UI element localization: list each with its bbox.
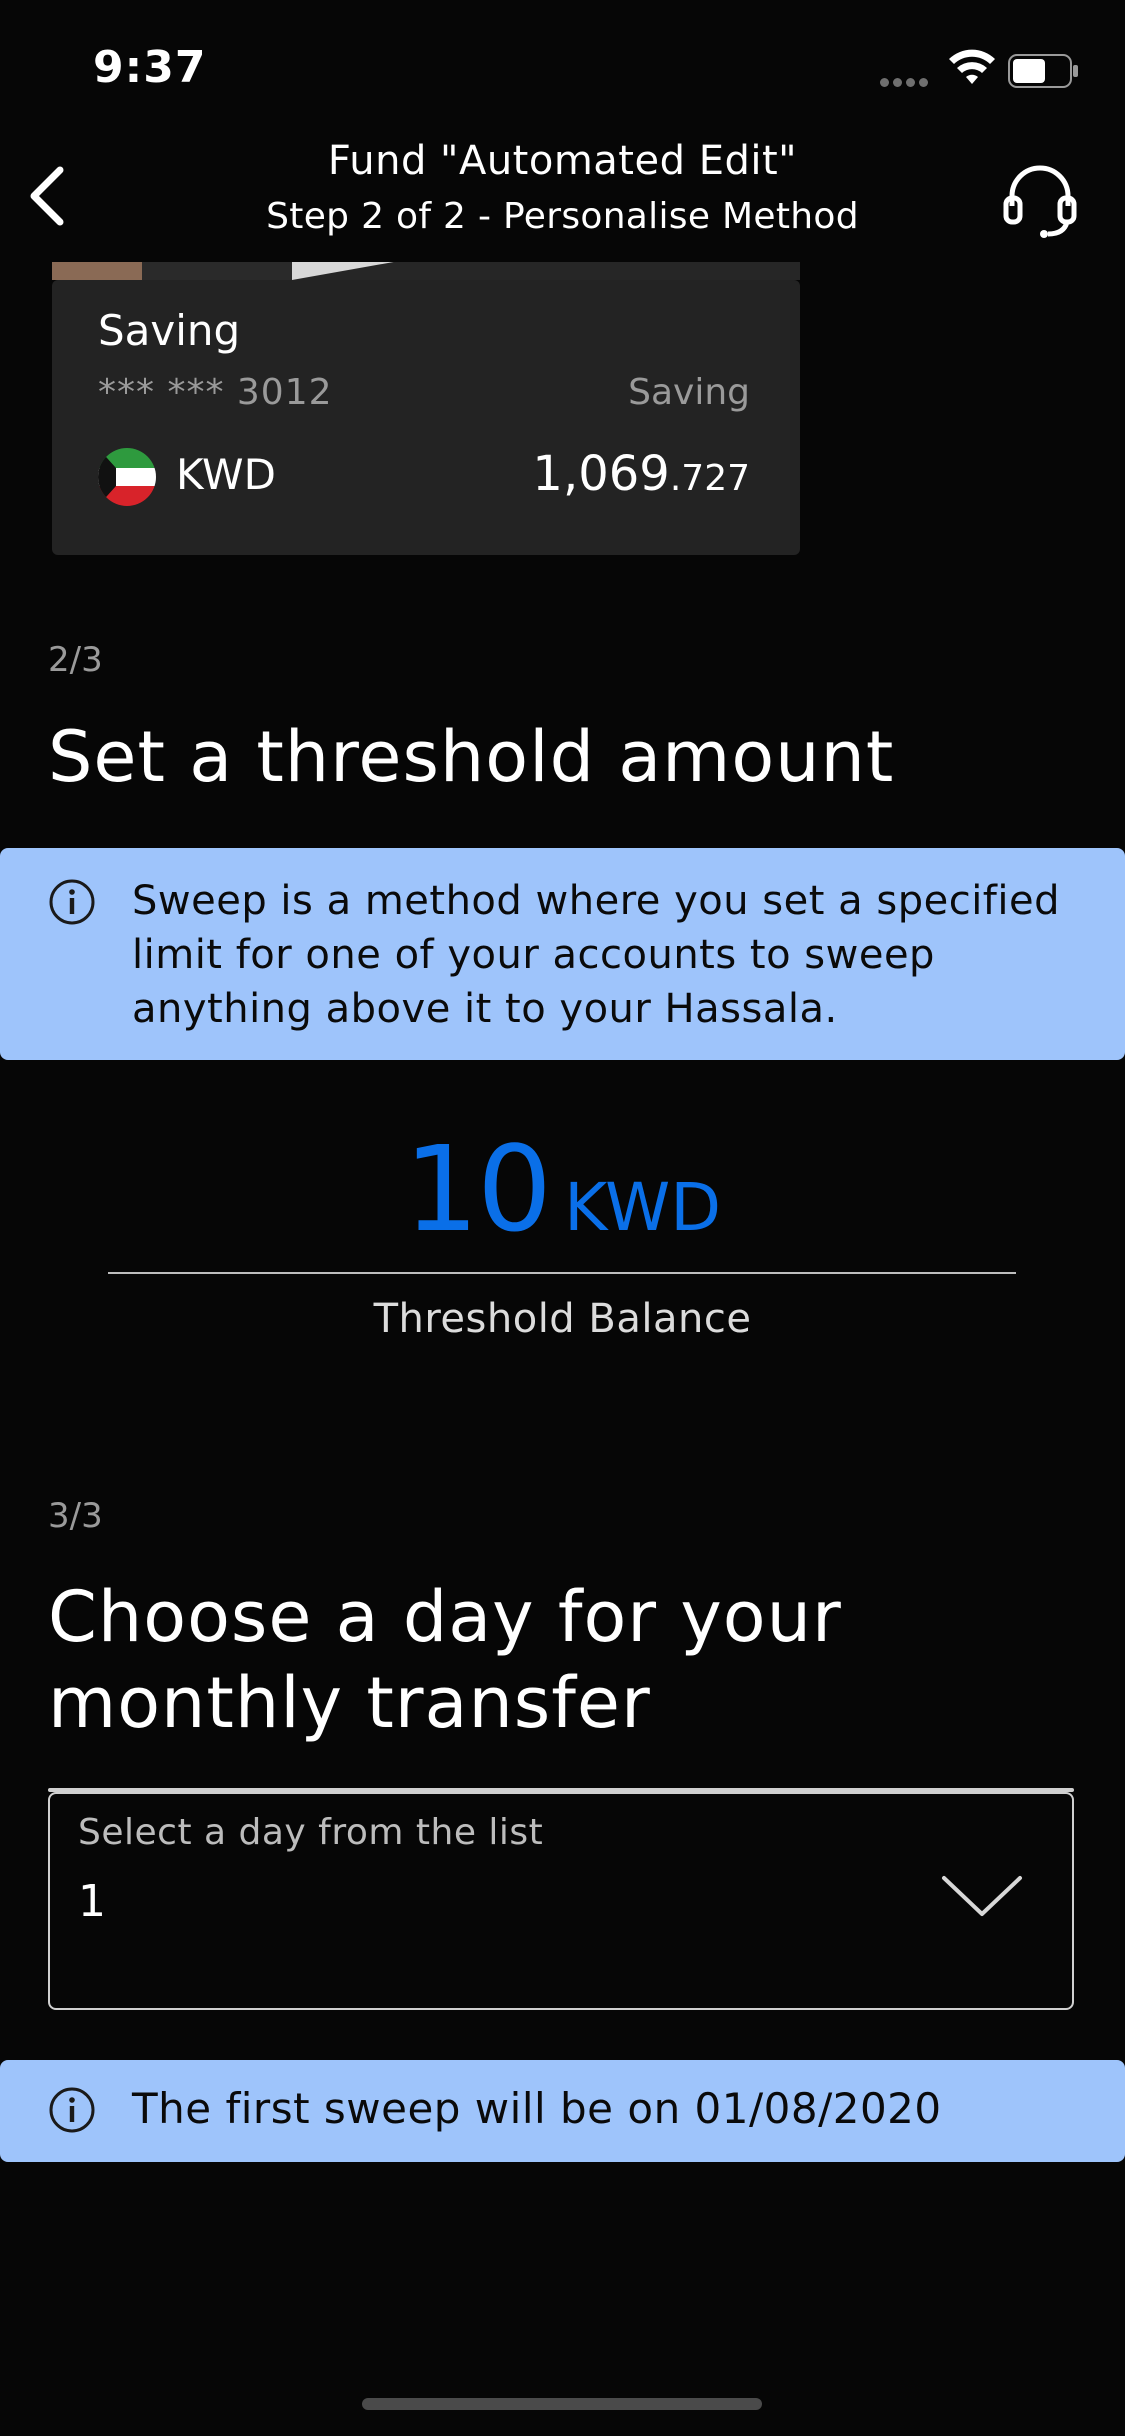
status-time: 9:37	[93, 42, 207, 93]
page-title: Fund "Automated Edit"	[327, 138, 798, 184]
section-title: Choose a day for your monthly transfer	[48, 1574, 842, 1746]
chevron-down-icon[interactable]	[940, 1872, 1024, 1920]
section-title: Set a threshold amount	[48, 716, 895, 798]
threshold-currency: KWD	[564, 1169, 722, 1246]
select-label: Select a day from the list	[78, 1812, 544, 1853]
step-counter: 2/3	[48, 640, 103, 680]
threshold-amount[interactable]: 10 KWD	[0, 1120, 1125, 1258]
account-balance-main: 1,069	[532, 446, 670, 502]
account-card[interactable]: Saving *** *** 3012 Saving KWD 1,069.727	[52, 280, 800, 555]
step-counter: 3/3	[48, 1496, 103, 1536]
section-title-line2: monthly transfer	[48, 1662, 651, 1744]
account-balance: 1,069.727	[532, 446, 750, 502]
day-select[interactable]: Select a day from the list 1	[48, 1792, 1074, 2010]
threshold-underline	[108, 1272, 1016, 1274]
account-type: Saving	[628, 372, 750, 413]
threshold-value: 10	[403, 1120, 552, 1258]
cellular-signal-icon	[880, 72, 936, 87]
info-circle-icon	[49, 879, 95, 925]
wifi-icon	[949, 49, 995, 84]
account-balance-decimal: .727	[669, 458, 750, 499]
page-subtitle: Step 2 of 2 - Personalise Method	[266, 196, 859, 237]
info-text: Sweep is a method where you set a specif…	[132, 878, 1061, 1032]
select-value: 1	[78, 1876, 106, 1927]
info-banner: Sweep is a method where you set a specif…	[0, 848, 1125, 1060]
threshold-label: Threshold Balance	[373, 1296, 752, 1342]
account-name: Saving	[98, 306, 241, 355]
account-currency: KWD	[176, 450, 276, 499]
kuwait-flag-icon	[98, 448, 156, 506]
home-indicator[interactable]	[362, 2398, 762, 2410]
account-card-image-strip	[52, 262, 800, 280]
info-text: The first sweep will be on 01/08/2020	[132, 2084, 942, 2133]
info-circle-icon	[49, 2087, 95, 2133]
headset-icon[interactable]	[1000, 160, 1080, 240]
info-banner: The first sweep will be on 01/08/2020	[0, 2060, 1125, 2162]
battery-icon	[1008, 54, 1078, 88]
section-title-line1: Choose a day for your	[48, 1576, 842, 1658]
account-number: *** *** 3012	[98, 372, 333, 413]
